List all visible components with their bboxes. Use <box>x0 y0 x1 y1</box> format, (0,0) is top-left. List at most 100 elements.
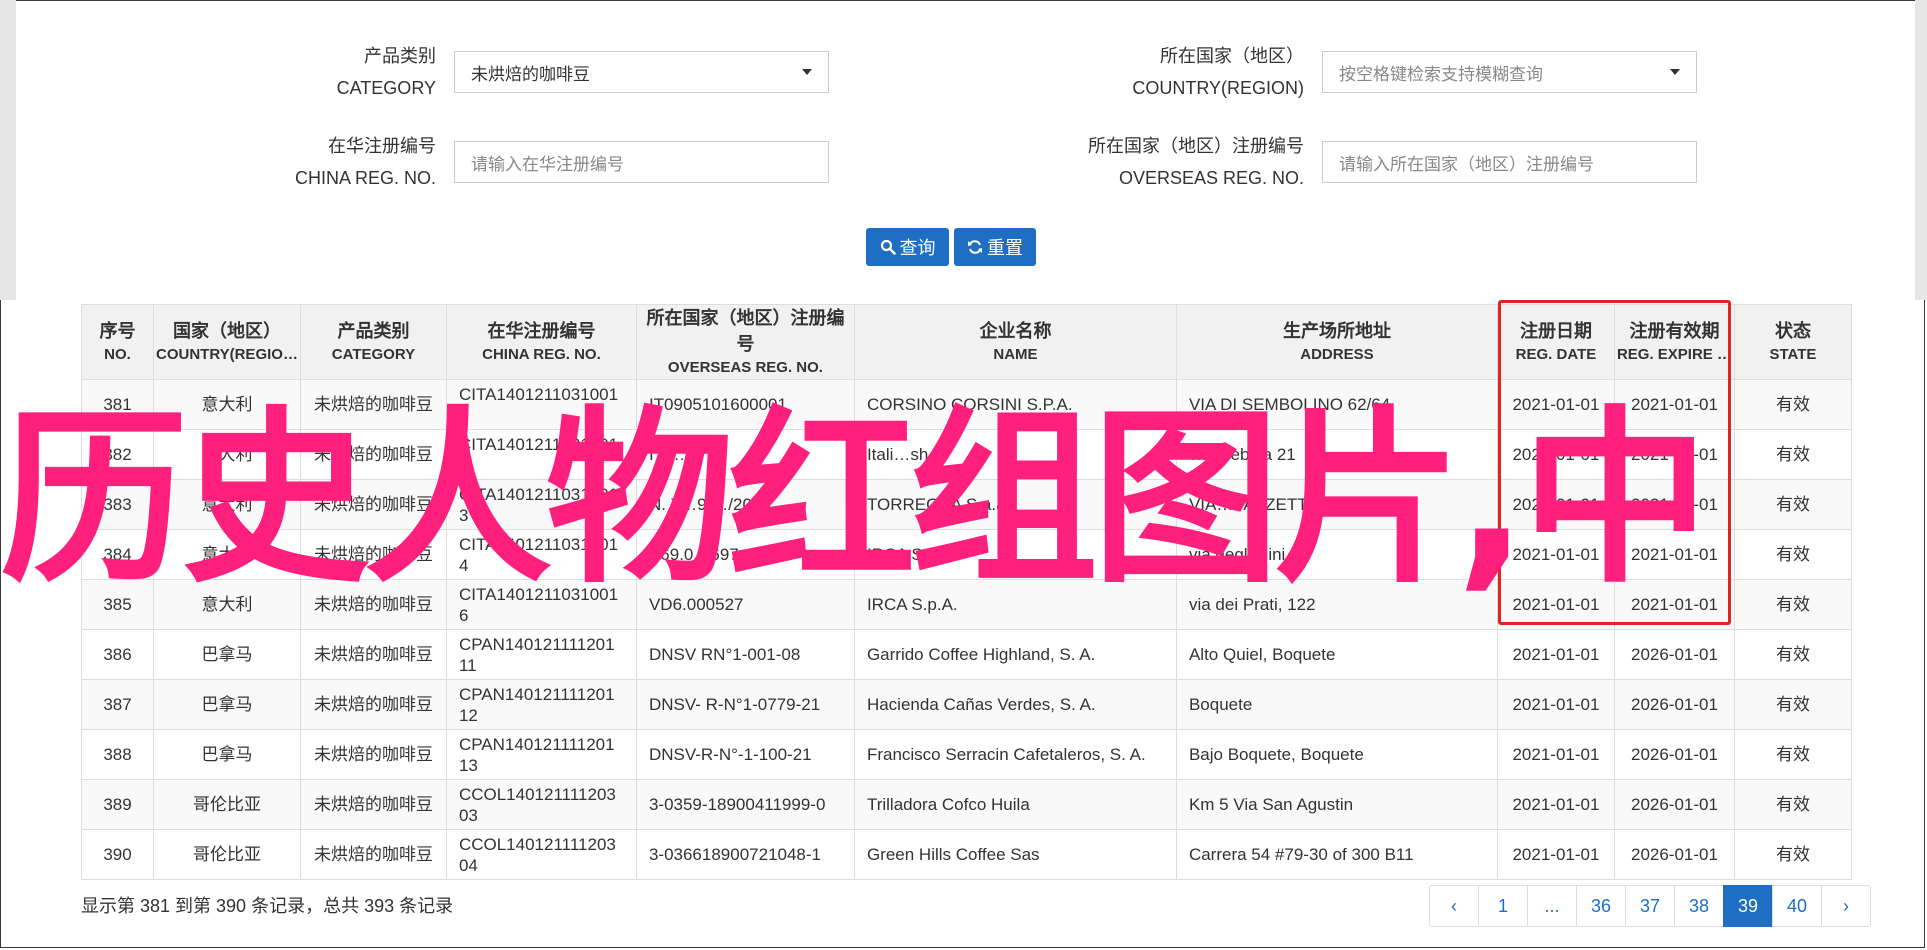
table-cell: 有效 <box>1733 629 1852 680</box>
column-header-en: CATEGORY <box>331 346 416 363</box>
table-cell: 未烘焙的咖啡豆 <box>299 729 447 780</box>
table-cell: 有效 <box>1733 679 1852 730</box>
pagination-page-39[interactable]: 39 <box>1723 885 1773 927</box>
pagination-page-38[interactable]: 38 <box>1674 885 1724 927</box>
table-cell: via dei Prati, 122 <box>1175 579 1498 630</box>
table-cell: Green Hills Coffee Sas <box>853 829 1177 880</box>
pagination-page-40[interactable]: 40 <box>1772 885 1822 927</box>
table-cell: 3-0359-18900411999-0 <box>635 779 855 830</box>
table-cell: Francisco Serracin Cafetaleros, S. A. <box>853 729 1177 780</box>
table-cell: 2026-01-01 <box>1613 779 1735 830</box>
table-cell: 意大利 <box>153 579 301 630</box>
table-cell: VD6.000527 <box>635 579 855 630</box>
table-cell: 有效 <box>1733 379 1852 430</box>
table-cell: 巴拿马 <box>153 679 301 730</box>
category-selected-value: 未烘焙的咖啡豆 <box>471 64 590 84</box>
table-cell: Trilladora Cofco Huila <box>853 779 1177 830</box>
table-cell: CCOL140121111203 03 <box>445 779 637 830</box>
column-header-cn: 序号 <box>99 321 136 341</box>
table-cell: 有效 <box>1733 729 1852 780</box>
table-cell: 384 <box>81 529 154 580</box>
chevron-down-icon <box>1670 69 1680 75</box>
table-cell: CCOL140121111203 04 <box>445 829 637 880</box>
column-header: 在华注册编号 CHINA REG. NO. <box>445 304 637 380</box>
refresh-icon <box>968 240 982 254</box>
table-cell: 2021-01-01 <box>1496 729 1615 780</box>
search-button[interactable]: 查询 <box>866 228 949 266</box>
table-cell: Km 5 Via San Agustin <box>1175 779 1498 830</box>
table-cell: 有效 <box>1733 579 1852 630</box>
overseas-reg-input[interactable]: 请输入所在国家（地区）注册编号 <box>1322 141 1697 183</box>
table-cell: via Trebbia 21 <box>1175 429 1498 480</box>
country-select[interactable]: 按空格键检索支持模糊查询 <box>1322 51 1697 93</box>
column-header-en: OVERSEAS REG. NO. <box>667 359 823 376</box>
table-cell: 未烘焙的咖啡豆 <box>299 629 447 680</box>
table-cell: CPAN140121111201 12 <box>445 679 637 730</box>
column-header: 所在国家（地区）注册编号 OVERSEAS REG. NO. <box>635 304 855 380</box>
table-cell: 未烘焙的咖啡豆 <box>299 429 447 480</box>
table-cell: 385 <box>81 579 154 630</box>
table-cell: 383 <box>81 479 154 530</box>
table-cell: DNSV-R-N°-1-100-21 <box>635 729 855 780</box>
overseas-reg-label: 所在国家（地区）注册编号 OVERSEAS REG. NO. <box>1088 136 1304 188</box>
table-cell: CITA1401211031001 3 <box>445 479 637 530</box>
table-row[interactable]: 389 哥伦比亚 未烘焙的咖啡豆 CCOL140121111203 03 3-0359-… <box>81 779 1852 830</box>
left-scroll-gutter <box>0 0 16 300</box>
table-cell: Garrido Coffee Highland, S. A. <box>853 629 1177 680</box>
table-row[interactable]: 386 巴拿马 未烘焙的咖啡豆 CPAN140121111201 11 DNSV RN°… <box>81 629 1852 680</box>
table-cell: IRCA S.p.A. <box>853 529 1177 580</box>
filter-category-row: 产品类别 CATEGORY 未烘焙的咖啡豆 <box>250 40 829 104</box>
table-cell: 有效 <box>1733 829 1852 880</box>
table-cell: 389 <box>81 779 154 830</box>
category-select[interactable]: 未烘焙的咖啡豆 <box>454 51 829 93</box>
table-cell: CITA1401211031001 2 <box>445 429 637 480</box>
table-cell: 未烘焙的咖啡豆 <box>299 579 447 630</box>
table-cell: Alto Quiel, Boquete <box>1175 629 1498 680</box>
pagination-prev-button[interactable]: ‹ <box>1429 885 1479 927</box>
right-scrollbar[interactable] <box>1915 0 1927 300</box>
china-reg-input[interactable]: 请输入在华注册编号 <box>454 141 829 183</box>
table-cell: 382 <box>81 429 154 480</box>
table-cell: 未烘焙的咖啡豆 <box>299 529 447 580</box>
country-placeholder: 按空格键检索支持模糊查询 <box>1339 64 1543 84</box>
category-label: 产品类别 CATEGORY <box>336 46 436 98</box>
table-cell: 386 <box>81 629 154 680</box>
reset-button[interactable]: 重置 <box>954 228 1036 266</box>
table-row[interactable]: 388 巴拿马 未烘焙的咖啡豆 CPAN140121111201 13 DNSV-R-N… <box>81 729 1852 780</box>
pagination-next-button[interactable]: › <box>1821 885 1871 927</box>
table-cell: CITA1401211031001 6 <box>445 579 637 630</box>
table-cell: 巴拿马 <box>153 629 301 680</box>
pagination-info: 显示第 381 到第 390 条记录，总共 393 条记录 <box>81 896 454 916</box>
table-cell: 2021-01-01 <box>1496 679 1615 730</box>
table-cell: 390 <box>81 829 154 880</box>
pagination-page-37[interactable]: 37 <box>1625 885 1675 927</box>
table-cell: DNSV RN°1-001-08 <box>635 629 855 680</box>
column-header-en: NO. <box>104 346 131 363</box>
column-header: 国家（地区） COUNTRY(REGIO… <box>153 304 301 380</box>
column-header-cn: 所在国家（地区）注册编号 <box>646 308 845 354</box>
column-header: 生产场所地址 ADDRESS <box>1175 304 1498 380</box>
pagination-page-36[interactable]: 36 <box>1576 885 1626 927</box>
table-row[interactable]: 390 哥伦比亚 未烘焙的咖啡豆 CCOL140121111203 04 3-03661… <box>81 829 1852 880</box>
highlight-box <box>1498 300 1731 625</box>
column-header-cn: 在华注册编号 <box>487 321 596 341</box>
table-cell: VIA DI SEMBOLINO 62/64 <box>1175 379 1498 430</box>
column-header-en: ADDRESS <box>1300 346 1374 363</box>
table-cell: 3-036618900721048-1 <box>635 829 855 880</box>
pagination-page-1[interactable]: 1 <box>1478 885 1528 927</box>
column-header-cn: 国家（地区） <box>172 321 281 341</box>
table-cell: 未烘焙的咖啡豆 <box>299 779 447 830</box>
table-cell: 2021-01-01 <box>1496 829 1615 880</box>
table-cell: Carrera 54 #79-30 of 300 B11 <box>1175 829 1498 880</box>
table-cell: 2026-01-01 <box>1613 729 1735 780</box>
table-cell: 意大利 <box>153 529 301 580</box>
table-cell: 意大利 <box>153 379 301 430</box>
column-header-en: CHINA REG. NO. <box>482 346 601 363</box>
table-cell: 有效 <box>1733 529 1852 580</box>
table-cell: CORSINO CORSINI S.P.A. <box>853 379 1177 430</box>
column-header: 企业名称 NAME <box>853 304 1177 380</box>
table-cell: via degli…ini, <box>1175 529 1498 580</box>
table-row[interactable]: 387 巴拿马 未烘焙的咖啡豆 CPAN140121111201 12 DNSV- R-… <box>81 679 1852 730</box>
pagination-page-ellipsis[interactable]: ... <box>1527 885 1577 927</box>
column-header-cn: 企业名称 <box>979 321 1052 341</box>
